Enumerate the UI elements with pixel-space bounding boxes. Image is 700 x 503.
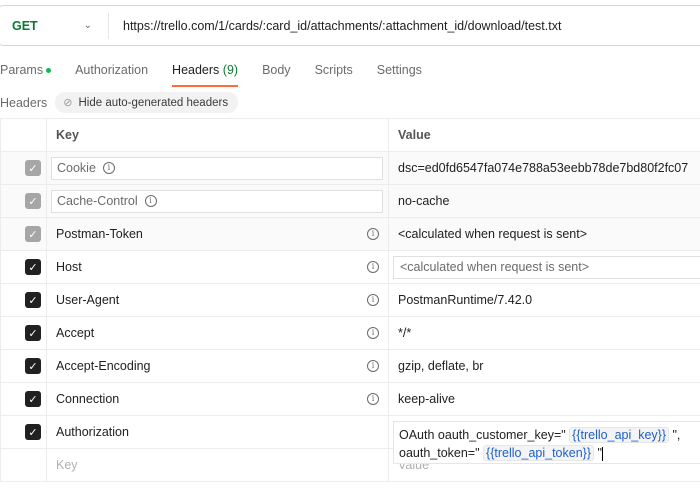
key-text: Cache-Control [57,194,138,208]
table-row: ✓ Host i <calculated when request is sent… [0,250,700,284]
tab-body[interactable]: Body [262,61,291,87]
key-text: Accept-Encoding [56,359,151,373]
row-checkbox[interactable]: ✓ [25,391,41,407]
value-cell[interactable]: PostmanRuntime/7.42.0 [388,283,700,317]
auth-text: ", [672,428,681,442]
eye-off-icon: ⊘ [63,97,73,109]
key-text: Cookie [57,161,96,175]
key-text: User-Agent [56,293,120,307]
method-label: GET [12,18,38,33]
headers-count: (9) [222,63,239,77]
info-icon[interactable]: i [367,294,379,306]
info-icon[interactable]: i [367,261,379,273]
hide-auto-generated-button[interactable]: ⊘ Hide auto-generated headers [55,92,239,113]
text-cursor [601,446,603,461]
value-input[interactable]: <calculated when request is sent> [393,255,700,279]
key-input[interactable]: Cache-Control i [51,189,383,213]
table-row: ✓ Cookie i dsc=ed0fd6547fa074e788a53eebb… [0,151,700,185]
key-column-header: Key [46,118,389,152]
row-checkbox[interactable]: ✓ [25,424,41,440]
table-header-row: Key Value [0,118,700,152]
row-checkbox[interactable]: ✓ [25,325,41,341]
request-tabs: Params Authorization Headers (9) Body Sc… [0,61,446,87]
new-key-input[interactable]: Key [46,448,389,482]
key-text: Host [56,260,82,274]
key-cell[interactable]: Authorization [46,415,389,449]
headers-label: Headers [0,95,48,110]
value-cell[interactable]: */* [388,316,700,350]
authorization-value-editor[interactable]: OAuth oauth_customer_key=" {{trello_api_… [393,421,700,464]
method-select[interactable]: GET ⌄ [0,12,109,39]
info-icon[interactable]: i [367,228,379,240]
row-checkbox[interactable]: ✓ [25,358,41,374]
value-cell[interactable]: dsc=ed0fd6547fa074e788a53eebb78de7bd80f2… [388,151,700,185]
info-icon[interactable]: i [367,393,379,405]
tab-settings[interactable]: Settings [377,61,422,87]
tab-params[interactable]: Params [0,61,52,87]
tab-label: Params [0,63,44,77]
row-checkbox[interactable]: ✓ [25,259,41,275]
chevron-down-icon: ⌄ [83,20,92,31]
auth-text: oauth_token=" [399,446,480,460]
row-checkbox[interactable]: ✓ [25,160,41,176]
headers-toolbar: Headers ⊘ Hide auto-generated headers [0,92,239,113]
value-column-header: Value [388,118,700,152]
url-input[interactable]: https://trello.com/1/cards/:card_id/atta… [109,19,561,33]
url-bar: GET ⌄ https://trello.com/1/cards/:card_i… [0,5,700,46]
row-checkbox[interactable]: ✓ [25,226,41,242]
key-text: Postman-Token [56,227,143,241]
key-text: Connection [56,392,120,406]
params-indicator-dot [46,68,52,74]
table-row: ✓ Accept i */* [0,316,700,350]
info-icon[interactable]: i [367,360,379,372]
key-text: Accept [56,326,95,340]
tab-authorization[interactable]: Authorization [75,61,148,87]
value-cell[interactable]: no-cache [388,184,700,218]
info-icon[interactable]: i [367,327,379,339]
info-icon[interactable]: i [102,162,115,174]
variable-chip[interactable]: {{trello_api_token}} [483,445,595,461]
row-checkbox[interactable]: ✓ [25,292,41,308]
empty-checkbox-cell [0,448,47,482]
table-row: ✓ Postman-Token i <calculated when reques… [0,217,700,251]
key-input[interactable]: Cookie i [51,156,383,180]
value-cell[interactable]: gzip, deflate, br [388,349,700,383]
value-cell: <calculated when request is sent> [388,217,700,251]
table-row: ✓ Accept-Encoding i gzip, deflate, br [0,349,700,383]
table-row: ✓ User-Agent i PostmanRuntime/7.42.0 [0,283,700,317]
tab-headers[interactable]: Headers (9) [172,61,239,87]
table-row: ✓ Cache-Control i no-cache [0,184,700,218]
row-checkbox[interactable]: ✓ [25,193,41,209]
info-icon[interactable]: i [144,195,157,207]
auth-text: OAuth oauth_customer_key=" [399,428,566,442]
checkbox-column-header [0,118,47,152]
variable-chip[interactable]: {{trello_api_key}} [569,427,670,443]
table-row: ✓ Connection i keep-alive [0,382,700,416]
tab-label: Headers [172,63,220,77]
hide-auto-generated-label: Hide auto-generated headers [78,96,229,109]
value-cell[interactable]: keep-alive [388,382,700,416]
tab-scripts[interactable]: Scripts [315,61,353,87]
